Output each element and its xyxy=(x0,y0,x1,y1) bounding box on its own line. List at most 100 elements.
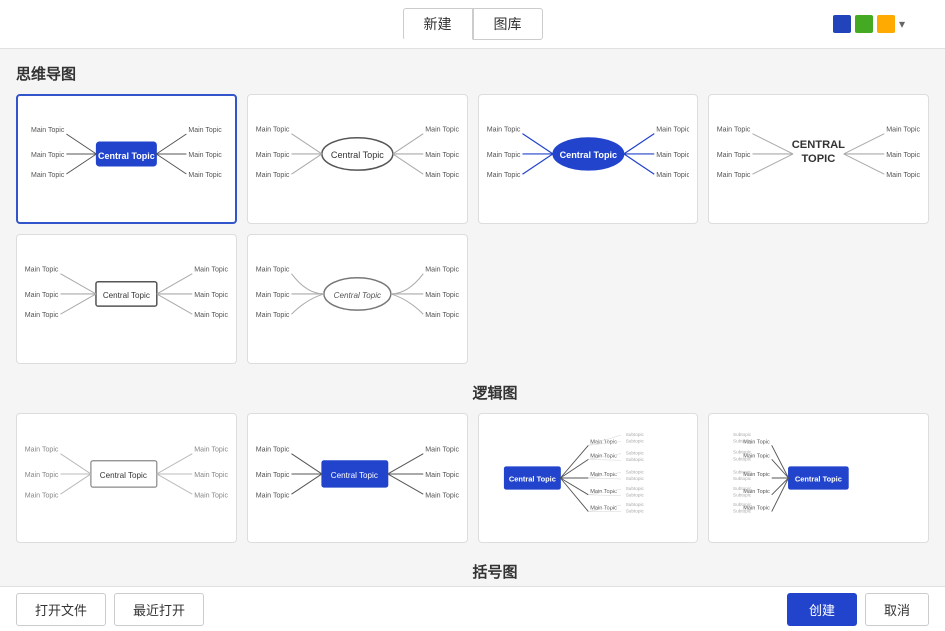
svg-text:Main Topic: Main Topic xyxy=(717,171,751,179)
swatch-orange[interactable] xyxy=(877,15,895,33)
main-content: 思维导图 Central Topic Main Topic Main Topic… xyxy=(0,49,945,590)
mindmap-card-3[interactable]: Central Topic Main Topic Main Topic Main… xyxy=(478,94,699,224)
mindmap-grid: Central Topic Main Topic Main Topic Main… xyxy=(16,94,929,364)
svg-text:Subtopic: Subtopic xyxy=(733,469,752,474)
svg-text:Main Topic: Main Topic xyxy=(425,126,458,134)
svg-text:Central Topic: Central Topic xyxy=(331,471,378,480)
svg-text:Main Topic: Main Topic xyxy=(887,151,920,159)
cancel-button[interactable]: 取消 xyxy=(865,593,929,626)
svg-text:Main Topic: Main Topic xyxy=(25,266,59,274)
svg-text:Main Topic: Main Topic xyxy=(25,471,59,479)
svg-text:Main Topic: Main Topic xyxy=(194,446,227,454)
svg-text:Main Topic: Main Topic xyxy=(194,266,227,274)
svg-text:Subtopic: Subtopic xyxy=(625,457,644,462)
mindmap-card-5[interactable]: Central Topic Main Topic Main Topic Main… xyxy=(16,234,237,364)
logic-card-1[interactable]: Central Topic Main Topic Main Topic Main… xyxy=(478,413,699,543)
svg-text:Main Topic: Main Topic xyxy=(425,491,458,499)
svg-text:Main Topic: Main Topic xyxy=(194,291,227,299)
swatch-dropdown-icon[interactable]: ▾ xyxy=(899,17,905,31)
mindmap-card-1[interactable]: Central Topic Main Topic Main Topic Main… xyxy=(16,94,237,224)
svg-text:Subtopic: Subtopic xyxy=(625,509,644,514)
mindmap-card-6[interactable]: Central Topic Main Topic Main Topic Main… xyxy=(247,234,468,364)
tab-new[interactable]: 新建 xyxy=(403,8,473,40)
svg-text:Central Topic: Central Topic xyxy=(331,150,384,160)
svg-text:Main Topic: Main Topic xyxy=(425,151,458,159)
svg-text:Main Topic: Main Topic xyxy=(425,171,458,179)
svg-text:TOPIC: TOPIC xyxy=(802,153,836,165)
svg-text:Main Topic: Main Topic xyxy=(194,471,227,479)
svg-text:Main Topic: Main Topic xyxy=(256,291,290,299)
open-file-button[interactable]: 打开文件 xyxy=(16,593,106,626)
svg-text:CENTRAL: CENTRAL xyxy=(792,139,845,151)
svg-text:Main Topic: Main Topic xyxy=(425,291,458,299)
svg-text:Main Topic: Main Topic xyxy=(31,127,65,134)
svg-text:Main Topic: Main Topic xyxy=(256,266,290,274)
svg-text:Central Topic: Central Topic xyxy=(795,475,842,484)
create-button[interactable]: 创建 xyxy=(787,593,857,626)
section-title-mindmap: 思维导图 xyxy=(16,63,929,84)
svg-text:Main Topic: Main Topic xyxy=(487,151,521,159)
mindmap-card-r2-2[interactable]: Central Topic Main Topic Main Topic Main… xyxy=(247,413,468,543)
bottom-right-buttons: 创建 取消 xyxy=(787,593,929,626)
svg-text:Main Topic: Main Topic xyxy=(25,491,59,499)
svg-text:Main Topic: Main Topic xyxy=(188,127,222,134)
svg-text:Main Topic: Main Topic xyxy=(31,152,65,159)
svg-text:Subtopic: Subtopic xyxy=(733,493,752,498)
swatch-blue[interactable] xyxy=(833,15,851,33)
svg-text:Subtopic: Subtopic xyxy=(625,469,644,474)
svg-text:Main Topic: Main Topic xyxy=(256,311,290,319)
svg-text:Main Topic: Main Topic xyxy=(256,171,290,179)
svg-text:Main Topic: Main Topic xyxy=(656,171,689,179)
svg-text:Main Topic: Main Topic xyxy=(25,446,59,454)
svg-text:Main Topic: Main Topic xyxy=(256,491,290,499)
top-bar: 新建 图库 ▾ xyxy=(0,0,945,49)
svg-text:Main Topic: Main Topic xyxy=(25,291,59,299)
svg-text:Central Topic: Central Topic xyxy=(333,291,380,300)
svg-text:Main Topic: Main Topic xyxy=(425,471,458,479)
svg-text:Main Topic: Main Topic xyxy=(31,172,65,179)
mindmap-card-4[interactable]: CENTRAL TOPIC Main Topic Main Topic Main… xyxy=(708,94,929,224)
svg-text:Subtopic: Subtopic xyxy=(733,432,752,437)
svg-text:Main Topic: Main Topic xyxy=(188,172,222,179)
svg-text:Main Topic: Main Topic xyxy=(425,446,458,454)
logic-card-2[interactable]: Central Topic Main Topic Main Topic Main… xyxy=(708,413,929,543)
svg-text:Main Topic: Main Topic xyxy=(256,126,290,134)
svg-text:Main Topic: Main Topic xyxy=(256,471,290,479)
svg-text:Subtopic: Subtopic xyxy=(625,451,644,456)
svg-text:Subtopic: Subtopic xyxy=(733,456,752,461)
svg-text:Central Topic: Central Topic xyxy=(508,475,555,484)
svg-text:Subtopic: Subtopic xyxy=(733,450,752,455)
svg-text:Main Topic: Main Topic xyxy=(425,311,458,319)
svg-text:Subtopic: Subtopic xyxy=(625,486,644,491)
svg-text:Main Topic: Main Topic xyxy=(256,151,290,159)
svg-text:Subtopic: Subtopic xyxy=(625,476,644,481)
svg-text:Subtopic: Subtopic xyxy=(625,502,644,507)
recent-open-button[interactable]: 最近打开 xyxy=(114,593,204,626)
bottom-bar: 打开文件 最近打开 创建 取消 xyxy=(0,586,945,631)
svg-text:Main Topic: Main Topic xyxy=(656,126,689,134)
svg-text:Main Topic: Main Topic xyxy=(656,151,689,159)
svg-text:Main Topic: Main Topic xyxy=(194,311,227,319)
section-title-bracket: 括号图 xyxy=(473,561,930,582)
top-tabs: 新建 图库 xyxy=(403,8,543,40)
svg-text:Subtopic: Subtopic xyxy=(625,493,644,498)
svg-text:Main Topic: Main Topic xyxy=(256,446,290,454)
mindmap-card-2[interactable]: Central Topic Main Topic Main Topic Main… xyxy=(247,94,468,224)
logic-cards-row: Central Topic Main Topic Main Topic Main… xyxy=(16,413,929,543)
svg-text:Main Topic: Main Topic xyxy=(188,152,222,159)
svg-text:Main Topic: Main Topic xyxy=(887,126,920,134)
svg-text:Main Topic: Main Topic xyxy=(25,311,59,319)
svg-text:Subtopic: Subtopic xyxy=(625,439,644,444)
svg-text:Main Topic: Main Topic xyxy=(194,491,227,499)
svg-text:Subtopic: Subtopic xyxy=(625,432,644,437)
svg-text:Main Topic: Main Topic xyxy=(425,266,458,274)
mindmap-card-r2-1[interactable]: Central Topic Main Topic Main Topic Main… xyxy=(16,413,237,543)
svg-text:Central Topic: Central Topic xyxy=(100,471,147,480)
tab-gallery[interactable]: 图库 xyxy=(473,8,543,40)
svg-text:Subtopic: Subtopic xyxy=(733,502,752,507)
bottom-left-buttons: 打开文件 最近打开 xyxy=(16,593,204,626)
svg-text:Main Topic: Main Topic xyxy=(717,126,751,134)
svg-text:Subtopic: Subtopic xyxy=(733,509,752,514)
section-title-logicmap: 逻辑图 xyxy=(473,382,930,403)
swatch-green[interactable] xyxy=(855,15,873,33)
